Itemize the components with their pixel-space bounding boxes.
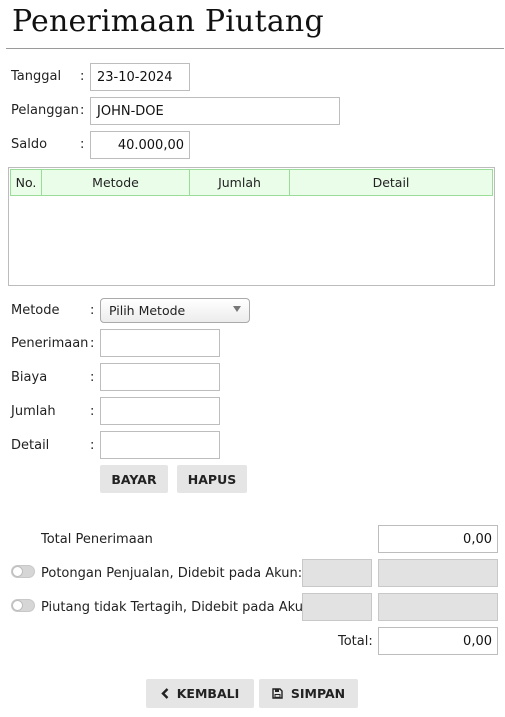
total-penerimaan-field: 0,00 xyxy=(378,525,498,553)
saldo-label: Saldo xyxy=(11,137,48,152)
potongan-toggle[interactable] xyxy=(11,565,35,578)
toggle-knob xyxy=(12,600,23,611)
potongan-label: Potongan Penjualan, Didebit pada Akun: xyxy=(41,566,303,581)
metode-colon: : xyxy=(90,303,95,318)
column-header-detail: Detail xyxy=(372,175,410,190)
biaya-colon: : xyxy=(90,370,95,385)
simpan-button[interactable]: SIMPAN xyxy=(259,679,358,708)
potongan-account-code-field xyxy=(302,559,372,587)
penerimaan-colon: : xyxy=(90,336,95,351)
jumlah-label: Jumlah xyxy=(11,404,56,419)
biaya-input[interactable] xyxy=(100,363,220,391)
column-header-jumlah: Jumlah xyxy=(190,170,290,195)
toggle-knob xyxy=(12,566,23,577)
jumlah-colon: : xyxy=(90,404,95,419)
chevron-left-icon xyxy=(161,688,169,699)
simpan-label: SIMPAN xyxy=(290,686,346,701)
penerimaan-label: Penerimaan xyxy=(11,336,89,351)
tanggal-colon: : xyxy=(80,69,85,84)
bayar-button[interactable]: BAYAR xyxy=(100,465,168,493)
piutang-account-name-field xyxy=(378,593,498,621)
kembali-label: KEMBALI xyxy=(176,686,240,701)
metode-select-value: Pilih Metode xyxy=(109,303,186,318)
kembali-button[interactable]: KEMBALI xyxy=(146,679,254,708)
tanggal-label: Tanggal xyxy=(11,69,62,84)
total-penerimaan-label: Total Penerimaan xyxy=(41,532,153,547)
piutang-tidak-tertagih-toggle[interactable] xyxy=(11,599,35,612)
payment-table: No. Metode Jumlah Detail xyxy=(8,167,495,286)
penerimaan-input[interactable] xyxy=(100,329,220,357)
metode-select[interactable]: Pilih Metode xyxy=(100,298,250,323)
page-title: Penerimaan Piutang xyxy=(12,4,324,39)
floppy-disk-icon xyxy=(272,688,283,699)
detail-colon: : xyxy=(90,438,95,453)
total-field: 0,00 xyxy=(378,627,498,655)
saldo-field: 40.000,00 xyxy=(90,131,190,159)
dropdown-arrow-icon xyxy=(233,306,241,312)
potongan-account-name-field xyxy=(378,559,498,587)
pelanggan-label: Pelanggan xyxy=(11,103,79,118)
column-header-metode: Metode xyxy=(42,170,190,195)
title-divider xyxy=(6,48,504,49)
table-header: No. Metode Jumlah Detail xyxy=(10,169,493,196)
biaya-label: Biaya xyxy=(11,370,48,385)
total-label: Total: xyxy=(338,634,373,649)
hapus-button[interactable]: HAPUS xyxy=(177,465,247,493)
pelanggan-colon: : xyxy=(80,103,85,118)
detail-input[interactable] xyxy=(100,431,220,459)
piutang-account-code-field xyxy=(302,593,372,621)
jumlah-input[interactable] xyxy=(100,397,220,425)
piutang-tidak-tertagih-label: Piutang tidak Tertagih, Didebit pada Aku… xyxy=(41,600,316,615)
saldo-colon: : xyxy=(80,137,85,152)
detail-label: Detail xyxy=(11,438,50,453)
pelanggan-field[interactable]: JOHN-DOE xyxy=(90,97,340,125)
tanggal-field[interactable]: 23-10-2024 xyxy=(90,63,190,91)
metode-label: Metode xyxy=(11,303,60,318)
column-header-no: No. xyxy=(11,170,42,195)
